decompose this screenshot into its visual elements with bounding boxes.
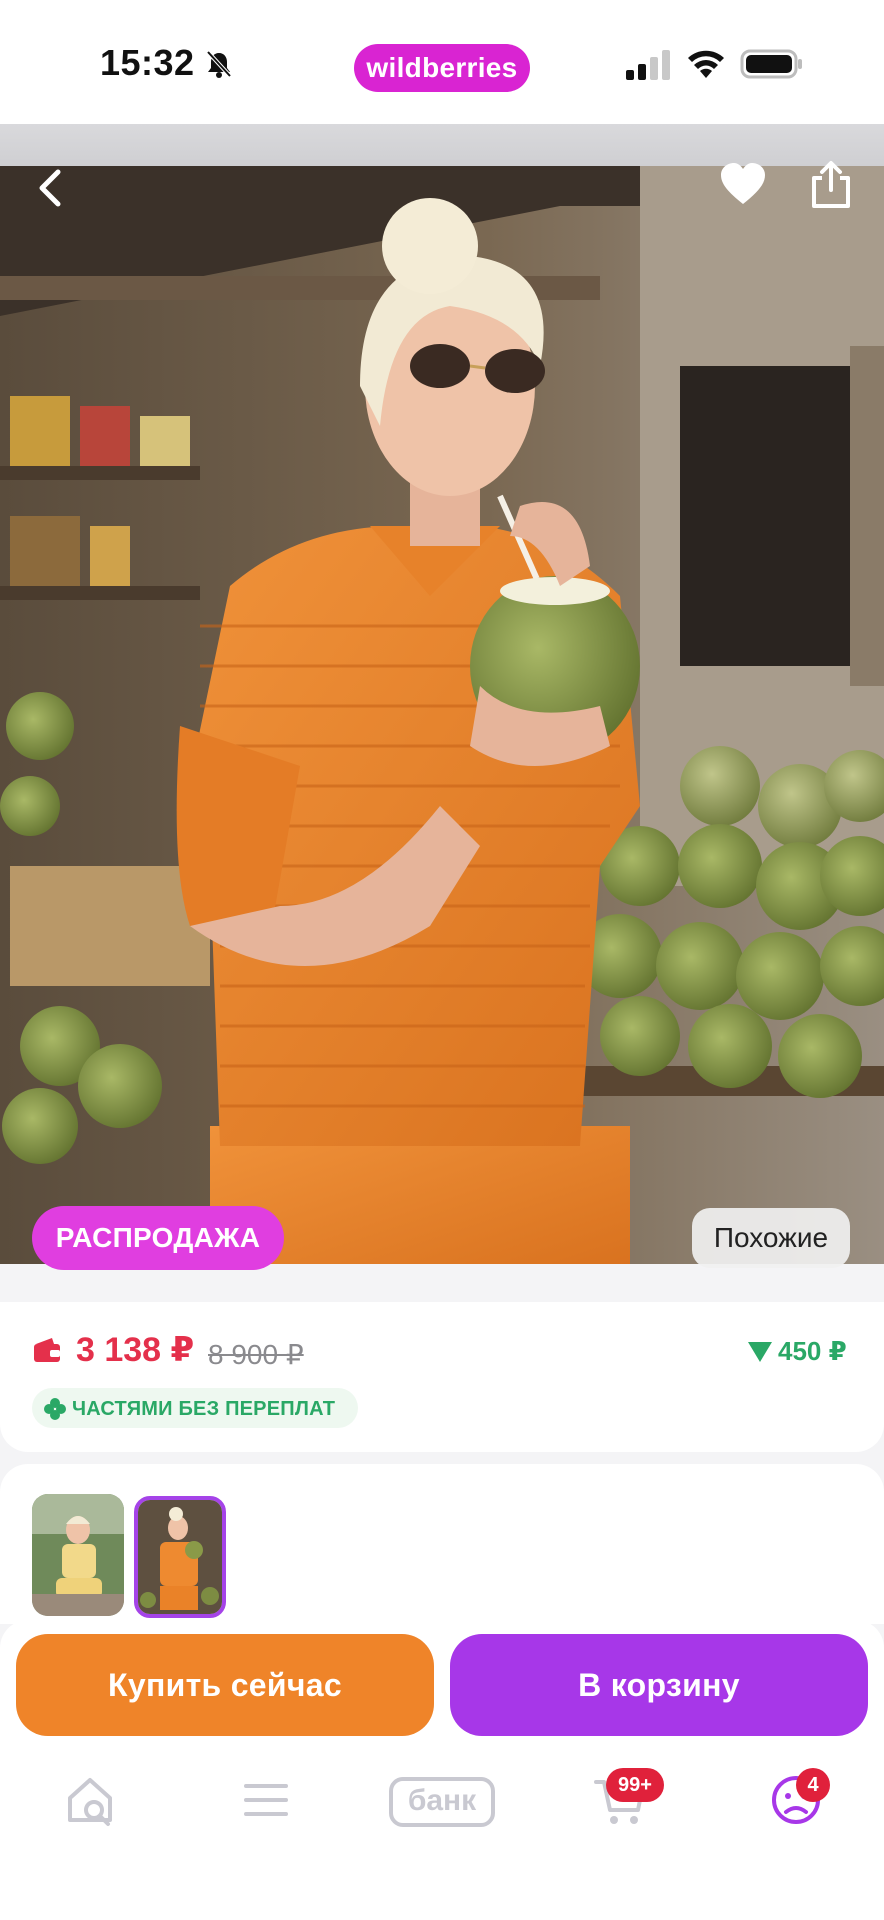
clover-icon xyxy=(44,1398,66,1420)
wifi-icon xyxy=(688,50,724,78)
heart-icon[interactable] xyxy=(718,160,768,210)
home-search-icon[interactable] xyxy=(64,1772,120,1828)
similar-button[interactable]: Похожие xyxy=(692,1208,850,1268)
brand-logo: wildberries xyxy=(354,44,530,92)
price-card xyxy=(0,1302,884,1452)
battery-icon xyxy=(740,49,802,79)
installments-label: ЧАСТЯМИ БЕЗ ПЕРЕПЛАТ xyxy=(72,1398,336,1420)
cart-badge: 99+ xyxy=(606,1768,664,1802)
discount-value: 450 ₽ xyxy=(778,1336,847,1366)
status-bar: 15:32 wildberries xyxy=(0,0,884,124)
bank-label: банк xyxy=(407,1784,477,1817)
thumbnails-card xyxy=(0,1464,884,1624)
thumbnail-1[interactable] xyxy=(32,1494,124,1616)
price-current: 3 138 ₽ xyxy=(76,1331,195,1369)
arrow-down-icon xyxy=(748,1342,772,1362)
price-old: 8 900 ₽ xyxy=(208,1339,304,1370)
bell-off-icon xyxy=(206,50,232,78)
signal-icon xyxy=(626,50,670,80)
catalog-menu-icon[interactable] xyxy=(238,1772,294,1828)
back-arrow-icon[interactable] xyxy=(30,166,74,210)
product-photo[interactable] xyxy=(0,166,884,1264)
buy-now-button[interactable]: Купить сейчас xyxy=(16,1634,434,1736)
share-icon[interactable] xyxy=(808,160,854,210)
add-to-cart-button[interactable]: В корзину xyxy=(450,1634,868,1736)
sale-badge: РАСПРОДАЖА xyxy=(32,1206,284,1270)
clock-time: 15:32 xyxy=(100,42,195,83)
thumbnail-2-selected[interactable] xyxy=(134,1496,226,1618)
wallet-icon xyxy=(34,1338,60,1362)
profile-badge: 4 xyxy=(796,1768,830,1802)
